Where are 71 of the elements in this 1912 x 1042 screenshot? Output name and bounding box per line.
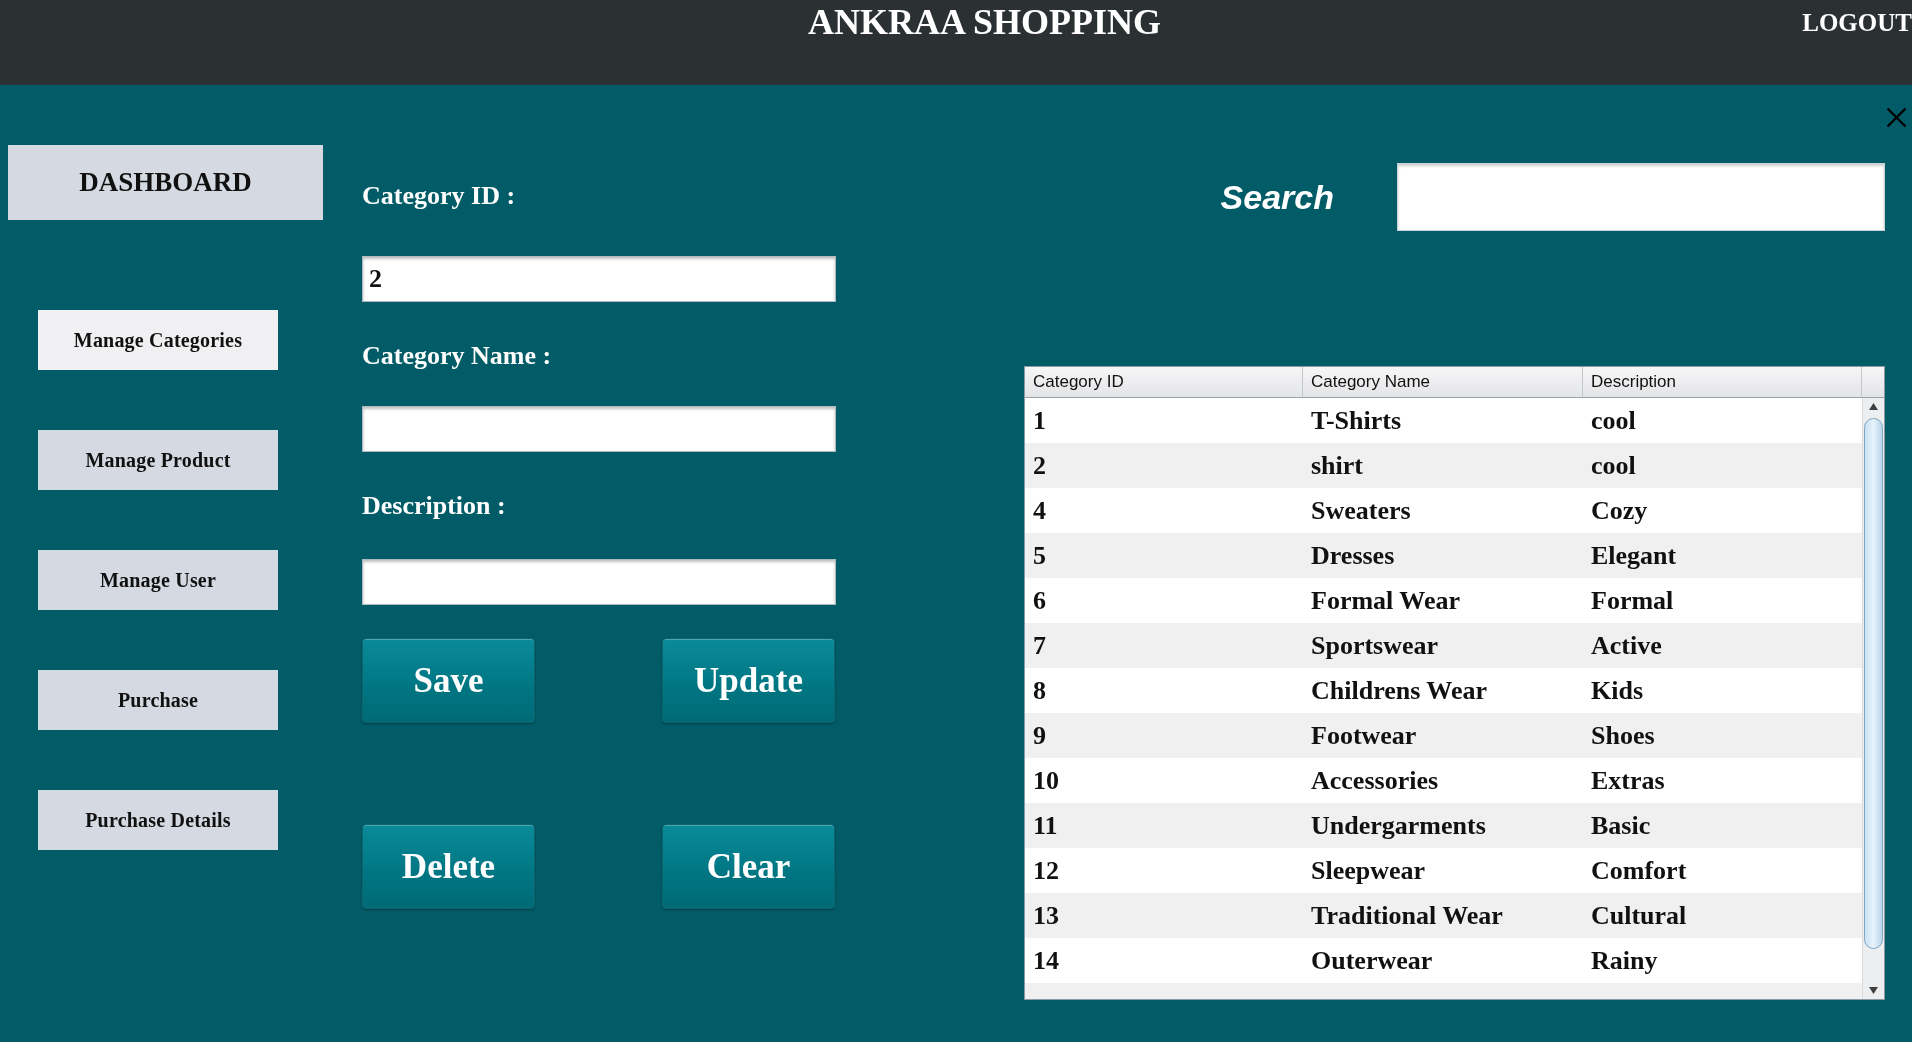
table-row[interactable]: 2 shirt cool — [1025, 443, 1862, 488]
table-cell-text: Rainy — [1590, 944, 1659, 977]
input-field[interactable] — [362, 559, 836, 605]
input-field[interactable] — [362, 406, 836, 452]
action-button[interactable]: Delete — [362, 824, 535, 909]
table-cell-text: cool — [1590, 449, 1637, 482]
table-cell-text: 7 — [1032, 629, 1047, 662]
search-field[interactable] — [1397, 163, 1885, 231]
nav-button[interactable]: Purchase Details — [38, 790, 278, 850]
table-cell-text: 10 — [1032, 764, 1060, 797]
field-label: Description : — [362, 491, 506, 521]
table-cell-text: Traditional Wear — [1310, 899, 1504, 932]
table-cell-text: Outerwear — [1310, 944, 1434, 977]
table-cell-text: 5 — [1032, 539, 1047, 572]
logout-link[interactable]: LOGOUT — [1802, 8, 1912, 38]
nav-button[interactable]: Manage Product — [38, 430, 278, 490]
table-cell-text: Extras — [1590, 764, 1666, 797]
table-cell-text: 6 — [1032, 584, 1047, 617]
action-button[interactable]: Update — [662, 638, 835, 723]
column-header[interactable]: Category ID — [1025, 367, 1303, 397]
table-cell-text: shirt — [1310, 449, 1364, 482]
table-cell-text: Sleepwear — [1310, 854, 1427, 887]
table-cell-text: 14 — [1032, 944, 1060, 977]
table-cell-text: 8 — [1032, 674, 1047, 707]
field-label: Category ID : — [362, 181, 516, 211]
table-cell-text: Cozy — [1590, 494, 1649, 527]
nav-button[interactable]: Manage Categories — [38, 310, 278, 370]
table-cell-text: Sweaters — [1310, 494, 1412, 527]
input-field[interactable]: 2 — [362, 256, 836, 302]
table-cell-text: 2 — [1032, 449, 1047, 482]
table-cell-text: Elegant — [1590, 539, 1678, 572]
table-cell-text: Cultural — [1590, 899, 1688, 932]
table-cell-text: 13 — [1032, 899, 1060, 932]
table-cell-text: T-Shirts — [1310, 404, 1403, 437]
table-cell-text: Active — [1590, 629, 1663, 662]
table-cell-text: Shoes — [1590, 719, 1656, 752]
column-header[interactable]: Description — [1583, 367, 1862, 397]
table-row[interactable]: 11 Undergarments Basic — [1025, 803, 1862, 848]
dashboard-button[interactable]: DASHBOARD — [8, 145, 323, 220]
action-button[interactable]: Save — [362, 638, 535, 723]
table-cell-text: 1 — [1032, 404, 1047, 437]
table-cell-text: 9 — [1032, 719, 1047, 752]
field-label: Category Name : — [362, 341, 552, 371]
search-label: Search — [1220, 178, 1334, 216]
scrollbar[interactable] — [1862, 398, 1884, 999]
table-cell-text: Sportswear — [1310, 629, 1440, 662]
table-cell-text: Accessories — [1310, 764, 1440, 797]
column-header[interactable]: Category Name — [1303, 367, 1583, 397]
nav-button[interactable]: Purchase — [38, 670, 278, 730]
table-cell-text: Comfort — [1590, 854, 1688, 887]
table-cell-text: Footwear — [1310, 719, 1418, 752]
table-cell-text: 4 — [1032, 494, 1047, 527]
table-cell-text: Dresses — [1310, 539, 1396, 572]
close-icon[interactable] — [1886, 107, 1907, 128]
table-row[interactable]: 5 Dresses Elegant — [1025, 533, 1862, 578]
scrollbar-thumb[interactable] — [1864, 418, 1883, 949]
table-cell-text: 12 — [1032, 854, 1060, 887]
app-title: ANKRAA SHOPPING — [808, 2, 1162, 42]
table-cell-text: Kids — [1590, 674, 1645, 707]
table-cell-text: 11 — [1032, 809, 1059, 842]
table-cell-text: Formal Wear — [1310, 584, 1461, 617]
table-row[interactable]: 9 Footwear Shoes — [1025, 713, 1862, 758]
action-button[interactable]: Clear — [662, 824, 835, 909]
table-cell-text: Undergarments — [1310, 809, 1487, 842]
table-cell-text: Basic — [1590, 809, 1652, 842]
table-cell-text: Formal — [1590, 584, 1675, 617]
nav-button[interactable]: Manage User — [38, 550, 278, 610]
table-row[interactable]: 7 Sportswear Active — [1025, 623, 1862, 668]
table-cell-text: Childrens Wear — [1310, 674, 1488, 707]
table-row[interactable]: 13 Traditional Wear Cultural — [1025, 893, 1862, 938]
table-cell-text: cool — [1590, 404, 1637, 437]
